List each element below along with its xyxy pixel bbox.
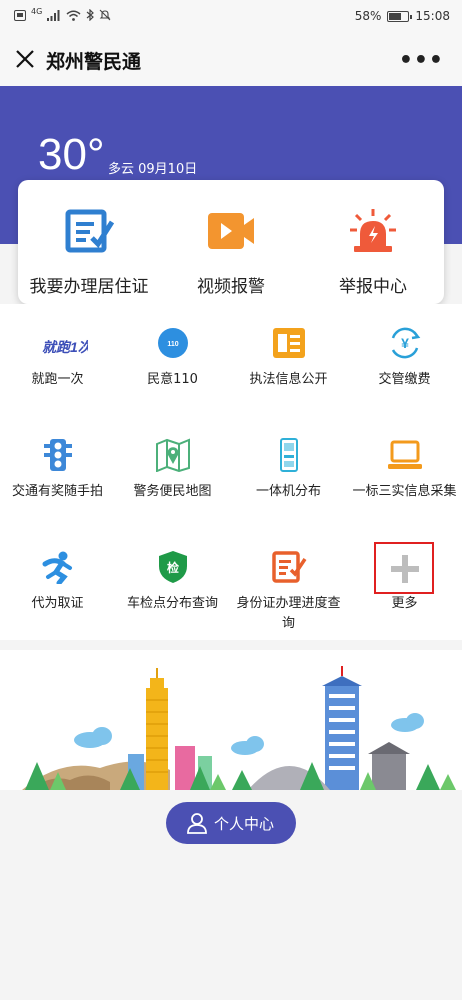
service-label: 民意110 <box>147 372 198 387</box>
plus-icon <box>390 555 419 583</box>
service-vehicle-inspection[interactable]: 检 车检点分布查询 <box>115 528 230 640</box>
clock: 15:08 <box>415 9 450 23</box>
quick-action-label: 视频报警 <box>197 277 265 297</box>
svg-text:检: 检 <box>166 560 178 575</box>
quick-actions-card: 我要办理居住证 视频报警 举报中心 <box>18 180 444 304</box>
service-police-map[interactable]: 警务便民地图 <box>115 416 230 528</box>
service-label: 更多 <box>391 596 418 611</box>
close-icon[interactable] <box>12 46 38 72</box>
service-info-collection[interactable]: 一标三实信息采集 <box>347 416 462 528</box>
id-form-edit-icon <box>271 551 306 583</box>
status-icons-right: 58% 15:08 <box>355 9 450 23</box>
map-pin-icon <box>155 438 190 472</box>
quick-action-label: 举报中心 <box>339 277 407 297</box>
battery-icon <box>387 10 413 22</box>
weather-condition-date: 多云 09月10日 <box>108 162 198 177</box>
status-bar: 4G 58% 15:08 <box>0 0 462 34</box>
kiosk-icon <box>279 438 298 472</box>
service-label: 执法信息公开 <box>249 372 328 387</box>
service-label: 交通有奖随手拍 <box>11 484 103 499</box>
video-camera-icon <box>208 213 254 249</box>
yuan-exchange-icon: ¥ <box>391 327 420 359</box>
pagoda-tower <box>322 666 362 790</box>
service-opinion-110[interactable]: 110 民意110 <box>115 304 230 416</box>
status-icons-left: 4G <box>14 6 111 21</box>
quick-action-label: 我要办理居住证 <box>29 277 149 297</box>
service-label: 一体机分布 <box>255 484 321 499</box>
mute-bell-icon <box>99 9 111 21</box>
notification-icon <box>14 9 26 21</box>
wifi-icon <box>66 10 81 21</box>
service-label: 警务便民地图 <box>133 484 212 499</box>
service-label: 车检点分布查询 <box>126 596 218 611</box>
personal-center-label: 个人中心 <box>214 815 275 833</box>
more-dots-icon[interactable]: ••• <box>399 48 444 73</box>
title-bar: 郑州警民通 ••• <box>0 34 462 86</box>
signal-icon <box>47 9 60 21</box>
quick-action-video-alarm[interactable]: 视频报警 <box>160 180 302 304</box>
service-more[interactable]: 更多 <box>347 528 462 640</box>
service-grid: 就跑1次 就跑一次 110 民意110 执法信息公开 ¥ 交管缴费 交通有奖随手… <box>0 304 462 640</box>
info-card-icon <box>272 328 305 358</box>
service-label: 交管缴费 <box>378 372 431 387</box>
service-traffic-photo[interactable]: 交通有奖随手拍 <box>0 416 115 528</box>
personal-center-button[interactable]: 个人中心 <box>166 802 296 844</box>
laptop-icon <box>387 440 422 469</box>
service-label: 身份证办理进度查询 <box>236 596 341 631</box>
quick-action-report-center[interactable]: 举报中心 <box>302 180 444 304</box>
city-skyline-illustration <box>0 650 462 790</box>
service-run-once[interactable]: 就跑1次 就跑一次 <box>0 304 115 416</box>
alarm-siren-icon <box>350 209 396 252</box>
service-label: 一标三实信息采集 <box>352 484 457 499</box>
person-icon <box>187 813 207 834</box>
service-evidence-collection[interactable]: 代为取证 <box>0 528 115 640</box>
run-once-logo-icon: 就跑1次 <box>42 339 88 355</box>
service-traffic-payment[interactable]: ¥ 交管缴费 <box>347 304 462 416</box>
service-law-info[interactable]: 执法信息公开 <box>231 304 346 416</box>
network-type: 4G <box>31 6 43 16</box>
traffic-light-icon <box>43 439 72 471</box>
bluetooth-icon <box>86 9 95 21</box>
page-title: 郑州警民通 <box>46 51 142 73</box>
svg-text:就跑1次: 就跑1次 <box>42 339 88 355</box>
service-kiosk-distribution[interactable]: 一体机分布 <box>231 416 346 528</box>
running-man-icon <box>42 551 72 584</box>
inspection-shield-icon: 检 <box>158 551 187 583</box>
service-id-card-progress[interactable]: 身份证办理进度查询 <box>231 528 346 640</box>
svg-text:¥: ¥ <box>401 335 409 351</box>
quick-action-residence-permit[interactable]: 我要办理居住证 <box>18 180 160 304</box>
service-label: 代为取证 <box>31 596 84 611</box>
battery-percent: 58% <box>354 9 382 23</box>
form-edit-icon <box>65 209 114 253</box>
service-label: 就跑一次 <box>31 372 84 387</box>
svg-text:110: 110 <box>167 341 178 348</box>
opinion-110-icon: 110 <box>157 328 188 358</box>
temperature: 30° <box>38 130 105 179</box>
